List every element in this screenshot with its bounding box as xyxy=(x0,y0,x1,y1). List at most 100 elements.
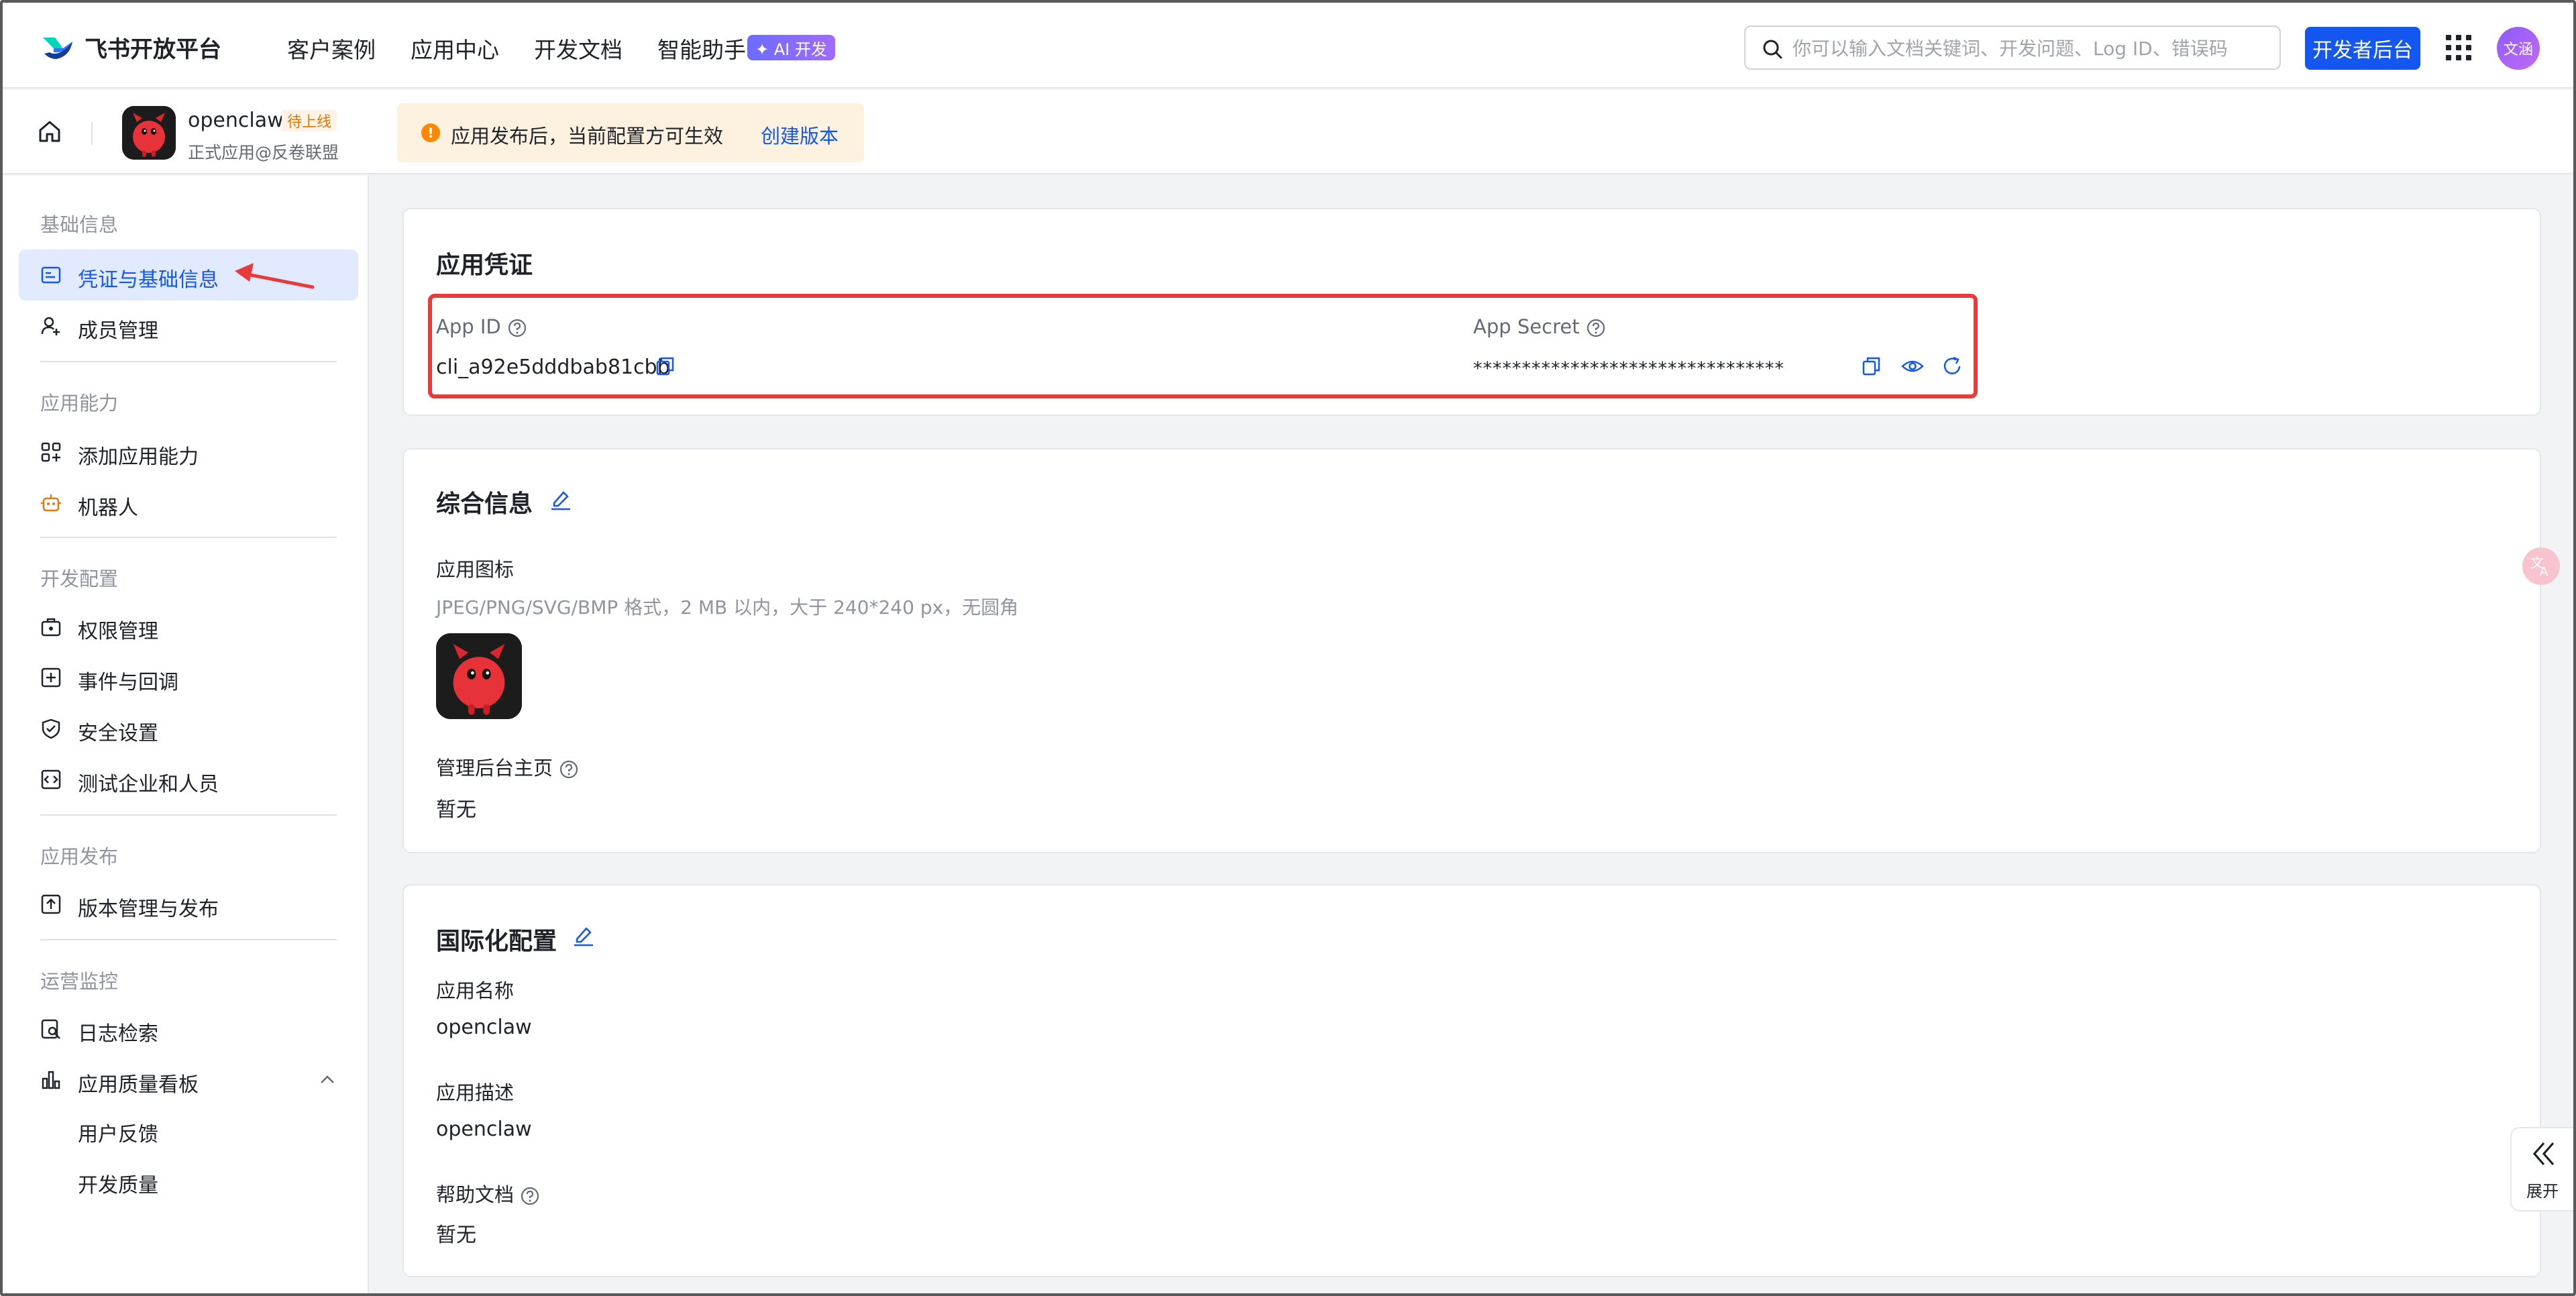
help-icon[interactable] xyxy=(559,759,579,779)
notice-text: 应用发布后，当前配置方可生效 xyxy=(451,125,724,148)
sidebar-item-label: 日志检索 xyxy=(78,1022,158,1046)
homepage-value: 暂无 xyxy=(436,798,476,822)
homepage-label-text: 管理后台主页 xyxy=(436,757,553,779)
ai-dev-badge[interactable]: ✦ AI 开发 xyxy=(747,35,835,60)
developer-console-button[interactable]: 开发者后台 xyxy=(2305,27,2420,70)
nav-smart-assistant[interactable]: 智能助手 xyxy=(657,32,746,64)
bar-chart-icon xyxy=(42,1071,60,1089)
help-doc-value: 暂无 xyxy=(436,1224,476,1247)
sidebar-item-label: 测试企业和人员 xyxy=(78,773,219,796)
app-secret-label-text: App Secret xyxy=(1473,315,1580,338)
card-title: 综合信息 xyxy=(436,490,533,518)
copy-icon[interactable] xyxy=(1861,356,1882,377)
sidebar-item-test-tenants[interactable]: 测试企业和人员 xyxy=(19,754,358,805)
sidebar-item-label: 凭证与基础信息 xyxy=(78,268,219,292)
sidebar-item-versions[interactable]: 版本管理与发布 xyxy=(19,879,358,930)
status-badge: 待上线 xyxy=(282,110,337,131)
app-icon-label: 应用图标 xyxy=(436,558,515,581)
app-mascot-icon xyxy=(436,633,522,719)
translate-float-button[interactable]: 文 A xyxy=(2522,547,2560,585)
robot-icon xyxy=(41,494,61,512)
feishu-logo-icon xyxy=(40,32,75,62)
app-subheader: openclaw 待上线 正式应用@反卷联盟 ! 应用发布后，当前配置方可生效 … xyxy=(3,90,2573,174)
translate-icon: 文 A xyxy=(2530,555,2548,579)
sidebar-subitem-feedback[interactable]: 用户反馈 xyxy=(78,1118,158,1147)
help-doc-label-text: 帮助文档 xyxy=(436,1183,515,1206)
divider xyxy=(40,939,337,940)
double-chevron-left-icon xyxy=(2532,1142,2555,1166)
search-icon xyxy=(1763,40,1782,59)
eye-icon[interactable] xyxy=(1901,356,1924,377)
code-icon xyxy=(41,769,61,790)
sidebar-item-label: 成员管理 xyxy=(78,319,158,343)
credentials-card: 应用凭证 App ID cli_a92e5dddbab81cbb App Sec… xyxy=(402,208,2541,416)
nav-app-center[interactable]: 应用中心 xyxy=(411,32,499,64)
sidebar-item-label: 权限管理 xyxy=(78,620,158,643)
sidebar-item-bot[interactable]: 机器人 xyxy=(19,478,358,529)
sidebar-item-label: 添加应用能力 xyxy=(78,445,199,469)
user-avatar[interactable]: 文涵 xyxy=(2497,27,2540,70)
sidebar-item-members[interactable]: 成员管理 xyxy=(19,301,358,352)
highlight-box xyxy=(428,294,1978,398)
credentials-icon xyxy=(41,266,61,284)
help-icon[interactable] xyxy=(1586,318,1606,338)
sidebar-item-label: 机器人 xyxy=(78,496,138,520)
chevron-up-icon[interactable] xyxy=(319,1073,335,1085)
sidebar-section-title: 基础信息 xyxy=(40,213,119,236)
app-name: openclaw xyxy=(188,109,284,132)
app-desc-label: 应用描述 xyxy=(436,1081,515,1104)
warning-icon: ! xyxy=(421,123,440,142)
sidebar-subitem-dev-quality[interactable]: 开发质量 xyxy=(78,1169,158,1198)
sidebar-item-security[interactable]: 安全设置 xyxy=(19,703,358,754)
app-avatar xyxy=(122,106,176,160)
add-member-icon xyxy=(41,317,60,335)
log-search-icon xyxy=(41,1019,60,1039)
app-mascot-icon xyxy=(122,106,176,160)
app-desc-value: openclaw xyxy=(436,1118,532,1141)
copy-icon[interactable] xyxy=(655,356,676,377)
events-icon xyxy=(41,667,61,688)
app-id-value: cli_a92e5dddbab81cbb xyxy=(436,356,670,379)
sidebar-section-title: 应用发布 xyxy=(40,845,119,868)
app-secret-label: App Secret xyxy=(1473,315,1606,338)
logo[interactable]: 飞书开放平台 xyxy=(40,31,221,63)
app-name-label: 应用名称 xyxy=(436,979,515,1002)
search-input[interactable] xyxy=(1792,34,2262,63)
search-box[interactable] xyxy=(1744,25,2281,70)
general-info-card: 综合信息 应用图标 JPEG/PNG/SVG/BMP 格式，2 MB 以内，大于… xyxy=(402,448,2541,853)
expand-panel-button[interactable]: 展开 xyxy=(2510,1127,2573,1211)
sidebar-item-label: 安全设置 xyxy=(78,722,158,745)
sidebar-item-events[interactable]: 事件与回调 xyxy=(19,652,358,703)
help-doc-label: 帮助文档 xyxy=(436,1179,540,1207)
app-subtitle: 正式应用@反卷联盟 xyxy=(188,143,339,162)
svg-text:A: A xyxy=(2540,565,2548,579)
app-id-label: App ID xyxy=(436,315,527,338)
logo-text: 飞书开放平台 xyxy=(85,36,221,63)
help-icon[interactable] xyxy=(520,1186,540,1206)
help-icon[interactable] xyxy=(507,318,527,338)
edit-icon[interactable] xyxy=(572,923,596,947)
sidebar-section-title: 开发配置 xyxy=(40,568,119,590)
add-capability-icon xyxy=(41,442,61,462)
app-window: 飞书开放平台 客户案例 应用中心 开发文档 智能助手 ✦ AI 开发 开发者后台… xyxy=(0,0,2576,1296)
sidebar-item-label: 版本管理与发布 xyxy=(78,898,219,921)
shield-icon xyxy=(42,718,60,739)
nav-dev-docs[interactable]: 开发文档 xyxy=(534,32,623,64)
edit-icon[interactable] xyxy=(549,487,573,511)
sidebar-item-log-search[interactable]: 日志检索 xyxy=(19,1004,358,1055)
sidebar-item-quality-board[interactable]: 应用质量看板 xyxy=(19,1055,358,1105)
publish-notice: ! 应用发布后，当前配置方可生效 创建版本 xyxy=(397,103,864,162)
apps-grid-icon[interactable] xyxy=(2446,35,2471,60)
refresh-icon[interactable] xyxy=(1941,356,1963,377)
sidebar-item-add-capability[interactable]: 添加应用能力 xyxy=(19,427,358,478)
app-id-label-text: App ID xyxy=(436,315,501,338)
home-icon[interactable] xyxy=(36,118,63,145)
sidebar-item-label: 事件与回调 xyxy=(78,671,178,694)
divider xyxy=(40,361,337,362)
nav-customer-cases[interactable]: 客户案例 xyxy=(287,32,376,64)
create-version-link[interactable]: 创建版本 xyxy=(761,121,839,149)
sidebar-item-permissions[interactable]: 权限管理 xyxy=(19,601,358,652)
card-title: 应用凭证 xyxy=(436,252,533,279)
card-title: 国际化配置 xyxy=(436,928,557,955)
app-icon-upload[interactable] xyxy=(436,633,522,719)
